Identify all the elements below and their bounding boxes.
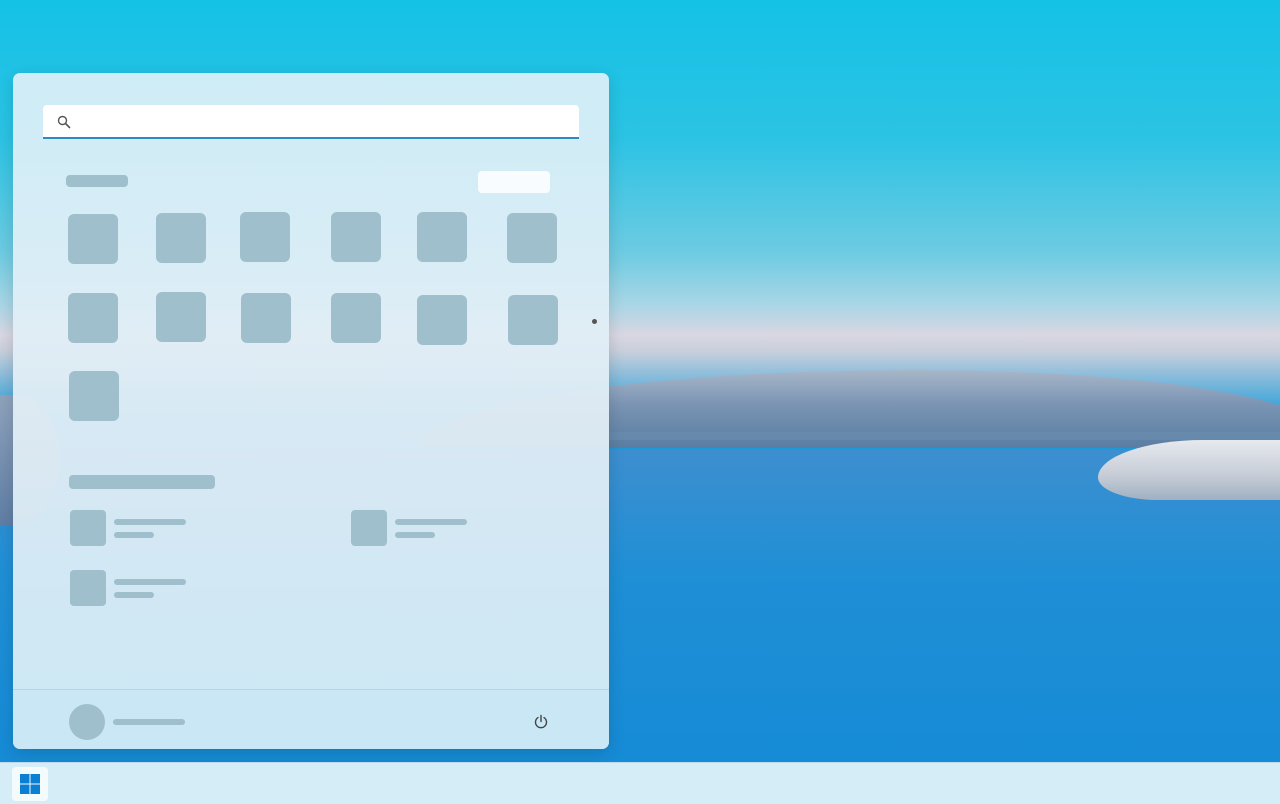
pinned-app-tile[interactable] xyxy=(241,293,291,343)
pinned-app-tile[interactable] xyxy=(507,213,557,263)
recommended-item-subtitle xyxy=(114,592,154,598)
recommended-section-label xyxy=(69,475,215,489)
pinned-app-tile[interactable] xyxy=(156,213,206,263)
search-icon xyxy=(57,114,71,129)
recommended-item-icon xyxy=(70,510,106,546)
pinned-section-label xyxy=(66,175,128,187)
start-menu xyxy=(13,73,609,749)
user-avatar[interactable] xyxy=(69,704,105,740)
power-button[interactable] xyxy=(531,712,551,732)
recommended-item-subtitle xyxy=(395,532,435,538)
pinned-app-tile[interactable] xyxy=(331,212,381,262)
pinned-app-tile[interactable] xyxy=(68,214,118,264)
windows-logo-icon xyxy=(20,774,40,794)
pinned-app-tile[interactable] xyxy=(331,293,381,343)
all-apps-button[interactable] xyxy=(478,171,550,193)
pinned-app-tile[interactable] xyxy=(417,295,467,345)
recommended-item-title xyxy=(114,579,186,585)
pinned-app-tile[interactable] xyxy=(69,371,119,421)
recommended-item-title xyxy=(114,519,186,525)
pinned-app-tile[interactable] xyxy=(156,292,206,342)
pinned-page-indicator[interactable] xyxy=(592,319,597,324)
pinned-app-tile[interactable] xyxy=(240,212,290,262)
recommended-item-title xyxy=(395,519,467,525)
recommended-item-subtitle xyxy=(114,532,154,538)
pinned-app-tile[interactable] xyxy=(68,293,118,343)
recommended-item[interactable] xyxy=(70,510,230,550)
taskbar xyxy=(0,762,1280,804)
power-icon xyxy=(534,714,548,729)
recommended-item[interactable] xyxy=(351,510,511,550)
search-input[interactable] xyxy=(79,106,579,136)
user-name[interactable] xyxy=(113,719,185,725)
recommended-item[interactable] xyxy=(70,570,230,610)
pinned-app-tile[interactable] xyxy=(417,212,467,262)
start-button[interactable] xyxy=(12,767,48,801)
wallpaper-right-shore xyxy=(1098,440,1280,500)
search-box[interactable] xyxy=(43,105,579,139)
recommended-item-icon xyxy=(351,510,387,546)
recommended-item-icon xyxy=(70,570,106,606)
start-menu-footer xyxy=(13,689,609,749)
pinned-app-tile[interactable] xyxy=(508,295,558,345)
